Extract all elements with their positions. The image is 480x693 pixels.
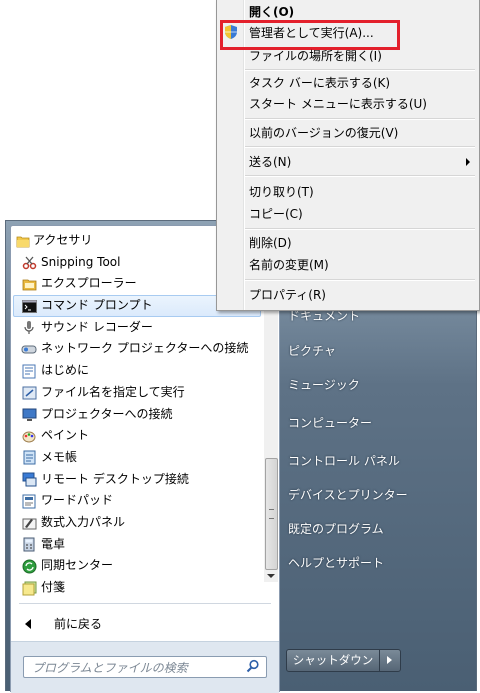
program-remote-desktop[interactable]: リモート デスクトップ接続 [11, 469, 263, 491]
menu-item-run-as-admin[interactable]: 管理者として実行(A)... [249, 24, 374, 42]
program-label: ネットワーク プロジェクターへの接続 [41, 341, 249, 356]
menu-separator [245, 118, 475, 120]
link-control-panel[interactable]: コントロール パネル [288, 452, 400, 469]
program-paint[interactable]: ペイント [11, 425, 263, 447]
calculator-icon [21, 537, 37, 553]
menu-item-delete[interactable]: 削除(D) [249, 234, 292, 252]
program-math-input-panel[interactable]: 数式入力パネル [11, 512, 263, 534]
program-label: はじめに [41, 363, 90, 378]
menu-separator [245, 228, 475, 230]
menu-separator [245, 175, 475, 177]
folder-icon [15, 233, 31, 249]
shutdown-button[interactable]: シャットダウン [286, 649, 380, 672]
link-devices-printers[interactable]: デバイスとプリンター [288, 486, 408, 503]
program-projector[interactable]: プロジェクターへの接続 [11, 404, 263, 426]
sync-center-icon [21, 558, 37, 574]
menu-item-open-file-location[interactable]: ファイルの場所を開く(I) [249, 47, 382, 65]
menu-item-properties[interactable]: プロパティ(R) [249, 286, 326, 304]
program-calculator[interactable]: 電卓 [11, 534, 263, 556]
program-label: ペイント [41, 428, 90, 443]
link-computer[interactable]: コンピューター [288, 414, 372, 431]
scrollbar-thumb[interactable] [265, 458, 278, 570]
link-help-support[interactable]: ヘルプとサポート [288, 554, 384, 571]
chevron-right-icon [387, 656, 392, 664]
scrollbar-grip-icon [269, 509, 274, 519]
uac-shield-icon [225, 25, 237, 39]
menu-item-rename[interactable]: 名前の変更(M) [249, 256, 329, 274]
link-music[interactable]: ミュージック [288, 376, 360, 393]
program-label: アクセサリ [33, 233, 93, 247]
search-bar: プログラムとファイルの検索 [11, 641, 279, 693]
shutdown-options-button[interactable] [379, 649, 401, 672]
menu-separator [245, 69, 475, 71]
program-sync-center[interactable]: 同期センター [11, 555, 263, 577]
program-label: ワードパッド [41, 493, 114, 508]
submenu-arrow-icon [466, 158, 470, 166]
command-prompt-icon [21, 298, 37, 314]
program-label: サウンド レコーダー [41, 319, 153, 334]
link-default-programs[interactable]: 既定のプログラム [288, 520, 384, 537]
menu-item-pin-to-start[interactable]: スタート メニューに表示する(U) [249, 95, 427, 113]
back-label: 前に戻る [54, 617, 103, 631]
link-pictures[interactable]: ピクチャ [288, 342, 336, 359]
program-sound-recorder[interactable]: サウンド レコーダー [11, 317, 263, 339]
divider [19, 603, 271, 604]
explorer-folder-icon [21, 276, 37, 292]
program-network-projector[interactable]: ネットワーク プロジェクターへの接続 [11, 338, 263, 360]
program-label: プロジェクターへの接続 [41, 406, 173, 421]
program-sticky-notes[interactable]: 付箋 [11, 577, 263, 599]
sticky-notes-icon [21, 580, 37, 596]
program-label: コマンド プロンプト [41, 298, 153, 313]
program-getting-started[interactable]: はじめに [11, 360, 263, 382]
program-label: 電卓 [41, 536, 66, 551]
program-label: ファイル名を指定して実行 [41, 384, 185, 399]
context-menu: 開く(O) 管理者として実行(A)... ファイルの場所を開く(I) タスク バ… [216, 0, 480, 311]
projector-icon [21, 407, 37, 423]
menu-item-cut[interactable]: 切り取り(T) [249, 183, 314, 201]
menu-item-pin-to-taskbar[interactable]: タスク バーに表示する(K) [249, 74, 390, 92]
wordpad-icon [21, 493, 37, 509]
getting-started-icon [21, 363, 37, 379]
scroll-down-arrow-icon[interactable] [267, 574, 275, 578]
program-label: メモ帳 [41, 449, 78, 464]
notepad-icon [21, 450, 37, 466]
search-input[interactable]: プログラムとファイルの検索 [23, 656, 267, 678]
network-projector-icon [21, 341, 37, 357]
program-label: 付箋 [41, 580, 66, 594]
remote-desktop-icon [21, 472, 37, 488]
program-label: リモート デスクトップ接続 [41, 471, 189, 486]
search-placeholder: プログラムとファイルの検索 [32, 661, 188, 675]
menu-item-copy[interactable]: コピー(C) [249, 205, 303, 223]
back-arrow-icon [25, 619, 31, 629]
program-label: 同期センター [41, 558, 114, 573]
microphone-icon [21, 320, 37, 336]
run-icon [21, 385, 37, 401]
program-wordpad[interactable]: ワードパッド [11, 490, 263, 512]
menu-item-send-to[interactable]: 送る(N) [249, 153, 291, 171]
paint-icon [21, 428, 37, 444]
menu-item-restore-versions[interactable]: 以前のバージョンの復元(V) [249, 124, 398, 142]
program-label: 数式入力パネル [41, 514, 126, 529]
menu-separator [245, 279, 475, 281]
math-input-icon [21, 515, 37, 531]
program-label: Snipping Tool [41, 254, 121, 269]
program-notepad[interactable]: メモ帳 [11, 447, 263, 469]
search-icon[interactable] [246, 659, 260, 673]
snipping-tool-icon [21, 255, 37, 271]
program-run[interactable]: ファイル名を指定して実行 [11, 382, 263, 404]
menu-item-open[interactable]: 開く(O) [249, 3, 294, 21]
program-label: エクスプローラー [41, 276, 137, 291]
back-button[interactable]: 前に戻る [11, 609, 271, 639]
menu-separator [245, 146, 475, 148]
